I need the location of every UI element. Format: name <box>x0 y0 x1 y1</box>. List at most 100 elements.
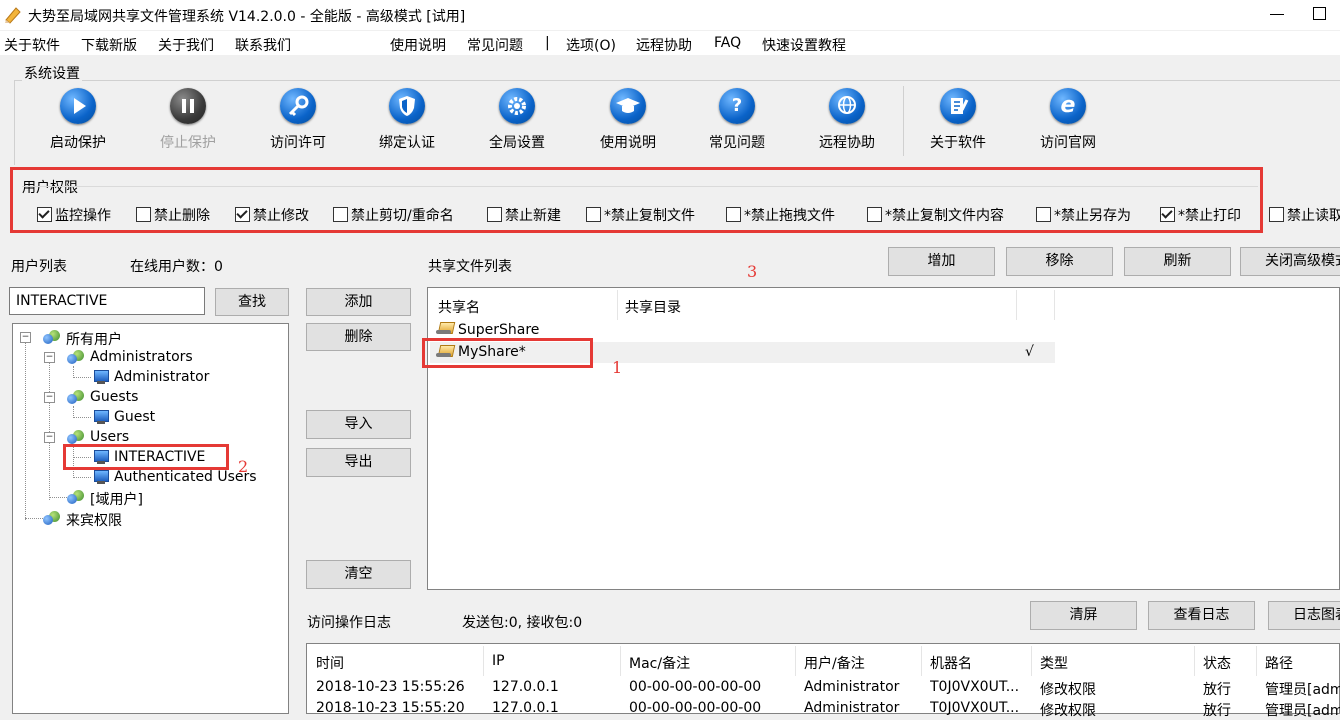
log-cell: 放行 <box>1203 703 1231 719</box>
tree-line <box>73 477 91 479</box>
checkbox-icon[interactable] <box>136 207 151 222</box>
column-separator <box>1194 646 1195 676</box>
col-mac[interactable]: Mac/备注 <box>629 653 690 673</box>
maximize-button[interactable] <box>1300 0 1340 30</box>
graduation-cap-icon <box>610 88 646 124</box>
share-row-name[interactable]: SuperShare <box>458 322 539 338</box>
chk-no-create[interactable]: 禁止新建 <box>487 205 561 225</box>
add-user-button[interactable]: 添加 <box>306 288 411 316</box>
menu-options[interactable]: 选项(O) <box>566 35 616 55</box>
faq-button[interactable]: ? 常见问题 <box>692 88 782 158</box>
clear-screen-button[interactable]: 清屏 <box>1030 601 1137 630</box>
chk-no-read[interactable]: 禁止读取 <box>1269 205 1340 225</box>
app-logo-icon <box>5 7 21 24</box>
chk-monitor[interactable]: 监控操作 <box>37 205 111 225</box>
user-list-title: 用户列表 <box>11 259 67 275</box>
tree-node-guest[interactable]: Guest <box>114 409 155 425</box>
toolbar-separator <box>903 86 904 156</box>
checkbox-icon[interactable] <box>726 207 741 222</box>
official-site-button[interactable]: e 访问官网 <box>1023 88 1113 158</box>
collapse-toggle-icon[interactable]: − <box>44 392 55 403</box>
chk-no-drag-file[interactable]: *禁止拖拽文件 <box>726 205 835 225</box>
menu-instructions[interactable]: 使用说明 <box>390 35 446 55</box>
tree-node-guest-rights[interactable]: 来宾权限 <box>66 510 122 530</box>
remove-share-button[interactable]: 移除 <box>1006 247 1113 276</box>
add-share-button[interactable]: 增加 <box>888 247 995 276</box>
log-title: 访问操作日志 <box>307 615 391 631</box>
checkbox-icon[interactable] <box>235 207 250 222</box>
column-separator <box>1054 290 1055 320</box>
access-permission-button[interactable]: 访问许可 <box>253 88 343 158</box>
checkbox-icon[interactable] <box>586 207 601 222</box>
column-separator <box>795 646 796 676</box>
share-list[interactable] <box>427 287 1340 590</box>
delete-user-button[interactable]: 删除 <box>306 323 411 351</box>
checkbox-icon[interactable] <box>487 207 502 222</box>
annotation-mark-2: 2 <box>238 457 249 476</box>
about-software-button[interactable]: 关于软件 <box>913 88 1003 158</box>
tree-node-domain-users[interactable]: [域用户] <box>90 489 143 509</box>
tree-node-administrators[interactable]: Administrators <box>90 349 193 365</box>
chk-no-modify[interactable]: 禁止修改 <box>235 205 309 225</box>
menu-faq-cn[interactable]: 常见问题 <box>467 35 523 55</box>
checkbox-icon[interactable] <box>867 207 882 222</box>
close-advanced-mode-button[interactable]: 关闭高级模式 <box>1240 247 1340 276</box>
col-share-name[interactable]: 共享名 <box>438 297 480 317</box>
refresh-button[interactable]: 刷新 <box>1124 247 1231 276</box>
col-share-dir[interactable]: 共享目录 <box>625 297 681 317</box>
gear-icon <box>499 88 535 124</box>
menu-about-software[interactable]: 关于软件 <box>4 35 60 55</box>
collapse-toggle-icon[interactable]: − <box>20 332 31 343</box>
col-type[interactable]: 类型 <box>1040 653 1068 673</box>
search-input[interactable] <box>9 287 205 315</box>
import-button[interactable]: 导入 <box>306 410 411 439</box>
stop-protection-button[interactable]: 停止保护 <box>143 88 233 158</box>
menu-quick-setup[interactable]: 快速设置教程 <box>762 35 846 55</box>
chk-no-copy-content[interactable]: *禁止复制文件内容 <box>867 205 1004 225</box>
log-chart-button[interactable]: 日志图表 <box>1268 601 1340 630</box>
chk-no-delete[interactable]: 禁止删除 <box>136 205 210 225</box>
tree-node-all-users[interactable]: 所有用户 <box>66 329 122 349</box>
menu-faq[interactable]: FAQ <box>714 35 741 51</box>
collapse-toggle-icon[interactable]: − <box>44 432 55 443</box>
checkbox-icon[interactable] <box>1036 207 1051 222</box>
menu-about-us[interactable]: 关于我们 <box>158 35 214 55</box>
tree-node-authenticated-users[interactable]: Authenticated Users <box>114 469 257 485</box>
tree-node-administrator[interactable]: Administrator <box>114 369 209 385</box>
minimize-button[interactable] <box>1258 0 1298 30</box>
col-machine[interactable]: 机器名 <box>930 653 972 673</box>
menu-contact[interactable]: 联系我们 <box>235 35 291 55</box>
chk-no-print[interactable]: *禁止打印 <box>1160 205 1241 225</box>
chk-no-save-as[interactable]: *禁止另存为 <box>1036 205 1131 225</box>
col-time[interactable]: 时间 <box>316 653 344 673</box>
checkbox-icon[interactable] <box>1269 207 1284 222</box>
col-path[interactable]: 路径 <box>1265 653 1293 673</box>
find-button[interactable]: 查找 <box>215 288 289 316</box>
document-pen-icon <box>940 88 976 124</box>
checkbox-icon[interactable] <box>37 207 52 222</box>
view-log-button[interactable]: 查看日志 <box>1148 601 1255 630</box>
menu-download[interactable]: 下载新版 <box>81 35 137 55</box>
start-protection-button[interactable]: 启动保护 <box>33 88 123 158</box>
col-user[interactable]: 用户/备注 <box>804 653 865 673</box>
instructions-button[interactable]: 使用说明 <box>583 88 673 158</box>
log-cell: 修改权限 <box>1040 703 1096 719</box>
chk-no-cut-rename[interactable]: 禁止剪切/重命名 <box>333 205 454 225</box>
tree-node-guests[interactable]: Guests <box>90 389 138 405</box>
menu-remote-assist[interactable]: 远程协助 <box>636 35 692 55</box>
export-button[interactable]: 导出 <box>306 448 411 477</box>
group-icon <box>43 329 61 345</box>
remote-assist-button[interactable]: 远程协助 <box>802 88 892 158</box>
shield-icon <box>389 88 425 124</box>
checkbox-icon[interactable] <box>333 207 348 222</box>
chk-no-copy-file[interactable]: *禁止复制文件 <box>586 205 695 225</box>
global-settings-button[interactable]: 全局设置 <box>472 88 562 158</box>
col-status[interactable]: 状态 <box>1203 653 1231 673</box>
bind-auth-button[interactable]: 绑定认证 <box>362 88 452 158</box>
log-cell: 修改权限 <box>1040 682 1096 698</box>
checkbox-icon[interactable] <box>1160 207 1175 222</box>
clear-button[interactable]: 清空 <box>306 560 411 589</box>
tree-node-users[interactable]: Users <box>90 429 129 445</box>
collapse-toggle-icon[interactable]: − <box>44 352 55 363</box>
col-ip[interactable]: IP <box>492 653 505 669</box>
